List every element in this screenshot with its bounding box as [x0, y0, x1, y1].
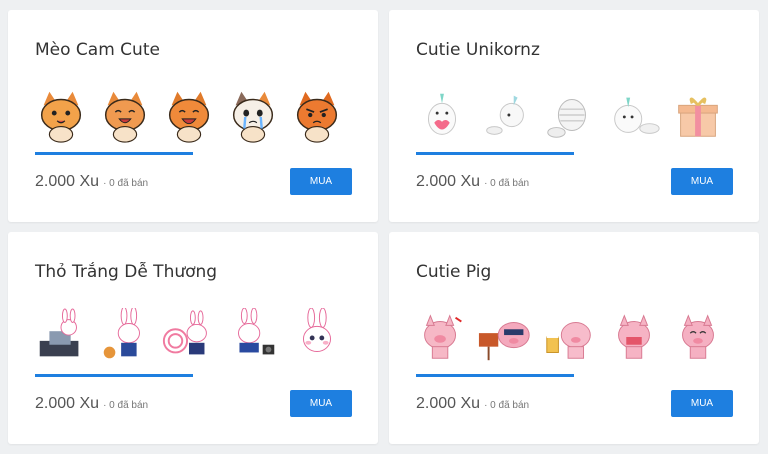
cat-angry-icon: [296, 91, 338, 143]
buy-button[interactable]: MUA: [290, 168, 352, 195]
sticker-pack-card[interactable]: Cutie Pig 2.000 Xu · 0 đã bán MUA: [389, 232, 759, 444]
pack-title: Cutie Pig: [416, 262, 492, 282]
price-text: 2.000 Xu · 0 đã bán: [35, 395, 148, 413]
price-text: 2.000 Xu · 0 đã bán: [416, 173, 529, 191]
buy-button[interactable]: MUA: [671, 168, 733, 195]
rabbit-computer-icon: [39, 308, 79, 357]
pig-money-icon: [618, 314, 650, 359]
progress-bar: [416, 374, 574, 377]
price-value: 2.000 Xu: [35, 395, 100, 412]
buy-button[interactable]: MUA: [671, 390, 733, 417]
pack-title: Mèo Cam Cute: [35, 40, 160, 60]
rabbit-camera-icon: [238, 308, 275, 355]
progress-bar: [35, 152, 193, 155]
price-value: 2.000 Xu: [416, 395, 481, 412]
sticker-pack-card[interactable]: Thỏ Trắng Dễ Thương 2.000 Xu · 0 đã bán M…: [8, 232, 378, 444]
pig-beer-icon: [546, 322, 591, 359]
cat-happy-icon: [168, 91, 210, 143]
pig-angry-icon: [424, 314, 462, 359]
price-value: 2.000 Xu: [35, 173, 100, 190]
sticker-pack-card[interactable]: Cutie Unikornz 2.000 Xu · 0 đã bán MUA: [389, 10, 759, 222]
price-value: 2.000 Xu: [416, 173, 481, 190]
cat-laughing-icon: [104, 91, 146, 143]
cat-crying-icon: [232, 91, 274, 143]
unicorn-heart-icon: [427, 93, 457, 135]
sticker-preview-row: [413, 304, 743, 366]
progress-bar: [35, 374, 193, 377]
unicorn-icon: [486, 95, 524, 135]
cat-sticker-icon: [40, 91, 82, 143]
unicorn-mummy-icon: [547, 99, 586, 138]
sticker-preview-row: [32, 304, 362, 366]
buy-button[interactable]: MUA: [290, 390, 352, 417]
pig-laughing-icon: [682, 314, 714, 359]
sticker-pack-card[interactable]: Mèo Cam Cute 2.000 Xu · 0 đã bán MUA: [8, 10, 378, 222]
rabbit-hypno-icon: [162, 310, 207, 355]
sticker-preview-row: [413, 82, 743, 144]
price-text: 2.000 Xu · 0 đã bán: [35, 173, 148, 191]
sold-count: · 0 đã bán: [103, 400, 149, 411]
unicorn-lying-icon: [614, 97, 660, 134]
pack-title: Cutie Unikornz: [416, 40, 540, 60]
sold-count: · 0 đã bán: [484, 178, 530, 189]
pig-no-sign-icon: [478, 322, 530, 361]
rabbit-cute-icon: [302, 308, 332, 352]
progress-bar: [416, 152, 574, 155]
gift-box-icon: [678, 97, 718, 137]
rabbit-cat-icon: [103, 308, 140, 359]
pack-title: Thỏ Trắng Dễ Thương: [35, 262, 218, 282]
price-text: 2.000 Xu · 0 đã bán: [416, 395, 529, 413]
sold-count: · 0 đã bán: [103, 178, 149, 189]
sold-count: · 0 đã bán: [484, 400, 530, 411]
sticker-preview-row: [32, 82, 362, 144]
